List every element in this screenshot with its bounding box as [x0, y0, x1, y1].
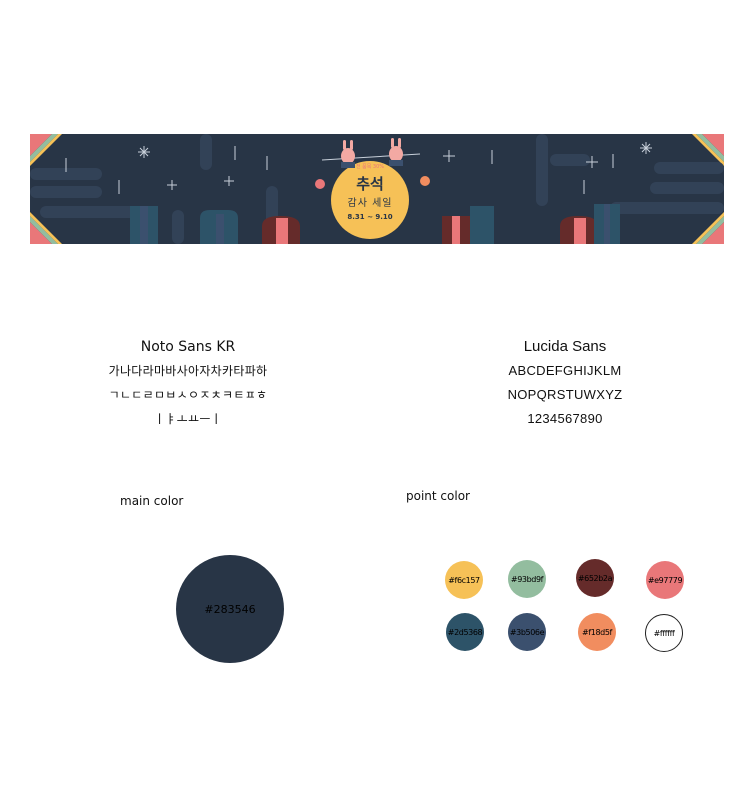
font-sample-korean: Noto Sans KR 가나다라마바사아자차카타파하 ㄱㄴㄷㄹㅁㅂㅅㅇㅈㅊㅋㅌ… — [38, 335, 338, 431]
font-sample-line: 1234567890 — [527, 411, 603, 426]
swatch-hex-label: #2d5368 — [447, 627, 483, 637]
point-color-label: point color — [406, 489, 470, 503]
lantern-icon — [315, 179, 325, 189]
swatch-hex-label: #ffffff — [653, 628, 675, 638]
swatch-hex-label: #3b506e — [509, 627, 545, 637]
swatch-hex-label: #f18d5f — [582, 627, 612, 637]
swatch-hex-label: #652b2a — [577, 573, 613, 583]
font-sample-latin: Lucida Sans ABCDEFGHIJKLM NOPQRSTUWXYZ 1… — [415, 335, 715, 431]
swatch-hex-label: #93bd9f — [510, 574, 544, 584]
point-color-swatch: #93bd9f — [508, 560, 546, 598]
font-sample-line: NOPQRSTUWXYZ — [507, 387, 623, 402]
chuseok-sale-banner: 전 품목 30% 추석 감사 세일 8.31 ~ 9.10 — [30, 134, 724, 244]
font-sample-line: ABCDEFGHIJKLM — [508, 363, 622, 378]
font-sample-line: ㄱㄴㄷㄹㅁㅂㅅㅇㅈㅊㅋㅌㅍㅎ — [108, 388, 268, 402]
font-sample-line: ㅣㅑㅗㅛㅡㅣ — [153, 412, 223, 426]
point-color-swatch: #f6c157 — [445, 561, 483, 599]
main-color-label: main color — [120, 494, 184, 508]
font-name-latin: Lucida Sans — [523, 338, 607, 355]
font-sample-line: 가나다라마바사아자차카타파하 — [108, 364, 268, 378]
banner-seal: 추석 감사 세일 8.31 ~ 9.10 — [331, 167, 409, 233]
swatch-hex-label: #f6c157 — [448, 575, 480, 585]
swatch-hex-label: #283546 — [204, 602, 256, 616]
point-color-swatch: #3b506e — [508, 613, 546, 651]
banner-subtitle: 감사 세일 — [347, 198, 393, 209]
point-color-swatch: #e97779 — [646, 561, 684, 599]
banner-title: 추석 — [356, 175, 384, 193]
point-color-swatch: #ffffff — [645, 614, 683, 652]
persimmon-icon — [420, 176, 430, 186]
swatch-hex-label: #e97779 — [647, 575, 683, 585]
banner-dates: 8.31 ~ 9.10 — [347, 213, 393, 221]
main-color-swatch: #283546 — [176, 555, 284, 663]
point-color-swatch: #2d5368 — [446, 613, 484, 651]
font-name-korean: Noto Sans KR — [140, 339, 236, 355]
point-color-swatch: #f18d5f — [578, 613, 616, 651]
point-color-swatch: #652b2a — [576, 559, 614, 597]
